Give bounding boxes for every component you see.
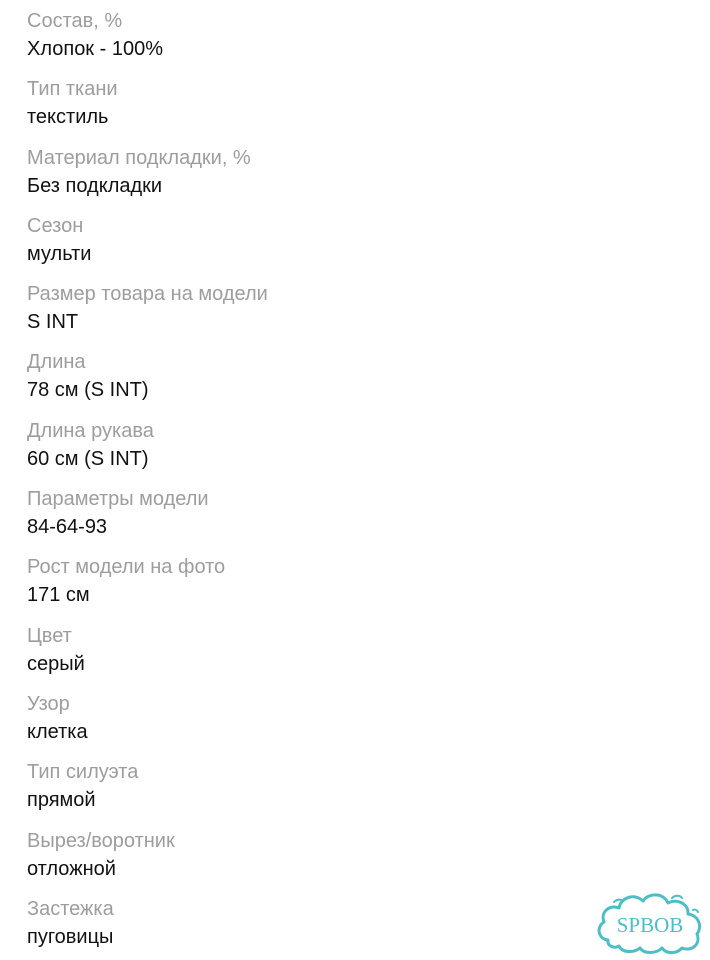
spbob-watermark: SPBOB [594, 888, 706, 956]
spec-label: Рост модели на фото [27, 556, 226, 579]
spec-item-length: Длина 78 см (S INT) [27, 349, 587, 417]
spec-value: серый [27, 652, 85, 675]
spec-item-sleeve-length: Длина рукава 60 см (S INT) [27, 418, 587, 486]
spec-item-fabric-type: Тип ткани текстиль [27, 76, 587, 144]
spec-value: клетка [27, 720, 88, 743]
spec-value: отложной [27, 857, 116, 880]
spec-label: Тип ткани [27, 78, 118, 101]
spec-value: прямой [27, 789, 96, 812]
spec-item-silhouette: Тип силуэта прямой [27, 759, 587, 827]
spec-label: Вырез/воротник [27, 829, 175, 852]
product-specs-page: Состав, % Хлопок - 100% Тип ткани тексти… [0, 0, 710, 960]
spec-value: S INT [27, 311, 79, 334]
spec-label: Параметры модели [27, 488, 209, 511]
spec-label: Состав, % [27, 10, 123, 32]
spec-label: Цвет [27, 624, 72, 647]
spec-label: Длина рукава [27, 419, 154, 442]
spec-label: Длина [27, 351, 86, 374]
spec-item-pattern: Узор клетка [27, 691, 587, 759]
spec-label: Тип силуэта [27, 761, 139, 784]
spec-item-composition: Состав, % Хлопок - 100% [27, 8, 587, 76]
cloud-logo-icon: SPBOB [597, 893, 702, 954]
spec-value: 84-64-93 [27, 516, 108, 539]
spec-label: Размер товара на модели [27, 283, 268, 306]
spec-item-model-size: Размер товара на модели S INT [27, 281, 587, 349]
spec-item-lining: Материал подкладки, % Без подкладки [27, 145, 587, 213]
watermark-text: SPBOB [617, 913, 684, 937]
spec-value: текстиль [27, 106, 109, 129]
spec-value: Хлопок - 100% [27, 38, 163, 60]
spec-item-season: Сезон мульти [27, 213, 587, 281]
spec-item-collar: Вырез/воротник отложной [27, 828, 587, 896]
spec-value: 78 см (S INT) [27, 379, 149, 402]
spec-item-fastener: Застежка пуговицы [27, 896, 587, 960]
spec-item-model-height: Рост модели на фото 171 см [27, 554, 587, 622]
spec-list: Состав, % Хлопок - 100% Тип ткани тексти… [27, 8, 587, 960]
spec-item-model-params: Параметры модели 84-64-93 [27, 486, 587, 554]
spec-label: Сезон [27, 214, 84, 237]
spec-label: Узор [27, 692, 70, 715]
spec-value: Без подкладки [27, 174, 163, 197]
spec-value: пуговицы [27, 925, 114, 948]
spec-value: 60 см (S INT) [27, 447, 149, 470]
spec-value: 171 см [27, 584, 90, 607]
spec-value: мульти [27, 242, 92, 265]
spec-item-color: Цвет серый [27, 623, 587, 691]
spec-label: Материал подкладки, % [27, 146, 251, 169]
spec-label: Застежка [27, 897, 114, 920]
